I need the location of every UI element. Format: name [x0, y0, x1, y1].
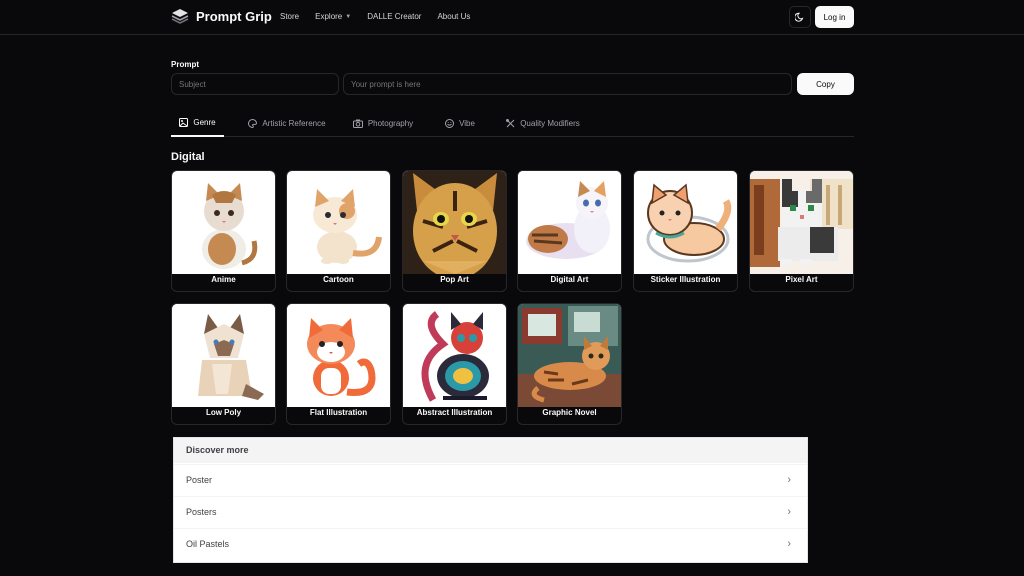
- flat-illustration-cat-image: [287, 304, 390, 407]
- tab-vibe[interactable]: Vibe: [435, 110, 485, 137]
- main-nav: Store Explore ▼ DALLE Creator About Us: [280, 12, 470, 21]
- theme-toggle-button[interactable]: [789, 6, 811, 28]
- discover-item-oil-pastels[interactable]: Oil Pastels ›: [174, 528, 807, 558]
- discover-item-poster[interactable]: Poster ›: [174, 464, 807, 494]
- tab-quality-modifiers-label: Quality Modifiers: [520, 119, 580, 128]
- abstract-illustration-cat-image: [403, 304, 506, 407]
- card-label: Flat Illustration: [309, 408, 368, 417]
- chevron-down-icon: ▼: [345, 13, 352, 20]
- discover-item-posters[interactable]: Posters ›: [174, 496, 807, 526]
- pop-art-cat-image: [403, 171, 506, 274]
- nav-store-label: Store: [280, 12, 300, 21]
- top-navigation-bar: Prompt Grip Store Explore ▼ DALLE Creator…: [0, 0, 1024, 35]
- tab-artistic-reference-label: Artistic Reference: [262, 119, 326, 128]
- style-card-sticker-illustration[interactable]: Sticker Illustration: [633, 170, 738, 292]
- nav-dalle-creator-label: DALLE Creator: [367, 12, 422, 21]
- card-label: Sticker Illustration: [650, 275, 721, 284]
- card-label: Pop Art: [440, 275, 469, 284]
- sticker-illustration-cat-image: [634, 171, 737, 274]
- low-poly-cat-image: [172, 304, 275, 407]
- digital-art-cat-image: [518, 171, 621, 274]
- image-icon: [179, 118, 189, 127]
- style-card-abstract-illustration[interactable]: Abstract Illustration: [402, 303, 507, 425]
- prompt-label: Prompt: [171, 60, 199, 69]
- brand[interactable]: Prompt Grip: [171, 8, 272, 24]
- tab-genre[interactable]: Genre: [171, 110, 224, 137]
- tab-photography[interactable]: Photography: [345, 110, 421, 137]
- tab-photography-label: Photography: [367, 119, 414, 128]
- card-label: Low Poly: [205, 408, 242, 417]
- style-card-digital-art[interactable]: Digital Art: [517, 170, 622, 292]
- discover-more-panel: Discover more Poster › Posters › Oil Pas…: [173, 437, 808, 563]
- style-card-pop-art[interactable]: Pop Art: [402, 170, 507, 292]
- subject-input[interactable]: [171, 73, 339, 95]
- tools-icon: [506, 119, 515, 128]
- chevron-right-icon: ›: [787, 474, 791, 486]
- copy-button[interactable]: Copy: [797, 73, 854, 95]
- nav-explore[interactable]: Explore ▼: [315, 12, 351, 21]
- prompt-input[interactable]: [343, 73, 792, 95]
- nav-about-us[interactable]: About Us: [437, 12, 470, 21]
- tab-genre-label: Genre: [193, 118, 216, 127]
- style-card-graphic-novel[interactable]: Graphic Novel: [517, 303, 622, 425]
- brand-name: Prompt Grip: [196, 8, 272, 24]
- card-label: Cartoon: [323, 275, 354, 284]
- discover-more-title: Discover more: [174, 438, 807, 463]
- chevron-right-icon: ›: [787, 506, 791, 518]
- nav-explore-label: Explore: [315, 12, 343, 21]
- nav-dalle-creator[interactable]: DALLE Creator: [367, 12, 421, 21]
- discover-item-label: Poster: [186, 475, 213, 485]
- tab-quality-modifiers[interactable]: Quality Modifiers: [496, 110, 590, 137]
- style-card-low-poly[interactable]: Low Poly: [171, 303, 276, 425]
- anime-cat-image: [172, 171, 275, 274]
- discover-item-label: Posters: [186, 507, 217, 517]
- card-label: Abstract Illustration: [416, 408, 493, 417]
- graphic-novel-cat-image: [518, 304, 621, 407]
- card-label: Anime: [211, 275, 236, 284]
- style-card-anime[interactable]: Anime: [171, 170, 276, 292]
- card-label: Graphic Novel: [542, 408, 597, 417]
- card-label: Digital Art: [550, 275, 589, 284]
- camera-icon: [352, 119, 363, 128]
- card-label: Pixel Art: [785, 275, 818, 284]
- style-card-flat-illustration[interactable]: Flat Illustration: [286, 303, 391, 425]
- pixel-art-cat-image: [750, 171, 853, 274]
- nav-store[interactable]: Store: [280, 12, 299, 21]
- login-button[interactable]: Log in: [815, 6, 854, 28]
- style-card-pixel-art[interactable]: Pixel Art: [749, 170, 854, 292]
- discover-item-label: Oil Pastels: [186, 539, 230, 549]
- chevron-right-icon: ›: [787, 538, 791, 550]
- nav-about-us-label: About Us: [437, 12, 471, 21]
- logo-icon: [171, 9, 189, 24]
- moon-icon: [795, 12, 804, 22]
- smile-icon: [445, 119, 455, 128]
- tab-artistic-reference[interactable]: Artistic Reference: [239, 110, 335, 137]
- style-card-cartoon[interactable]: Cartoon: [286, 170, 391, 292]
- palette-icon: [248, 119, 258, 128]
- section-title: Digital: [171, 151, 205, 163]
- category-tabs: Genre Artistic Reference Photography Vib…: [171, 110, 854, 137]
- tab-vibe-label: Vibe: [459, 119, 475, 128]
- cartoon-cat-image: [287, 171, 390, 274]
